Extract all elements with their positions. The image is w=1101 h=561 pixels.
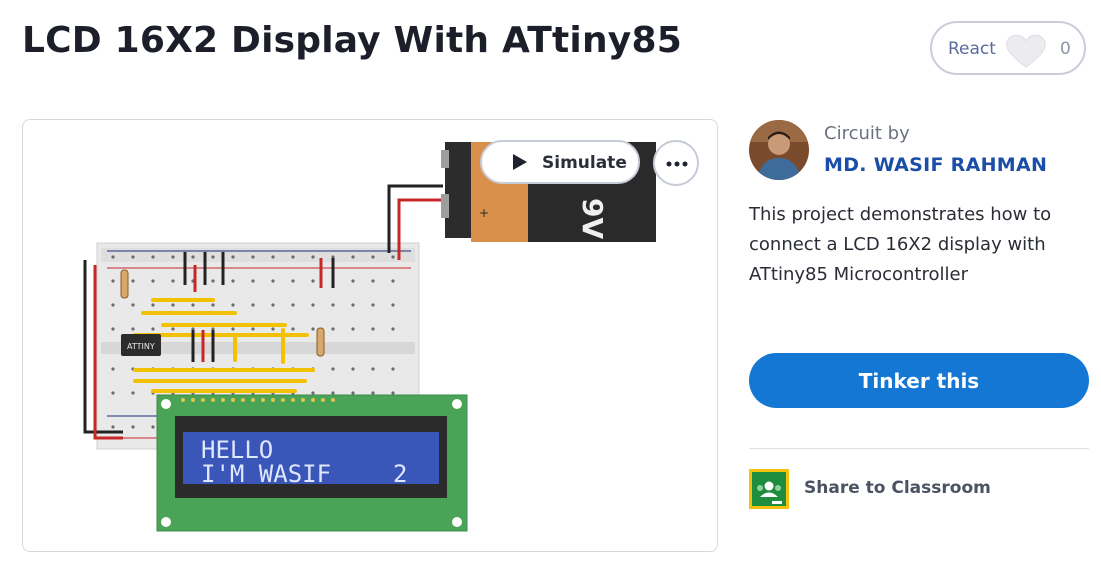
simulate-button[interactable]: Simulate <box>480 140 640 184</box>
more-dots-icon <box>666 161 688 167</box>
author-link[interactable]: MD. WASIF RAHMAN <box>824 154 1047 176</box>
google-classroom-icon[interactable] <box>749 469 789 509</box>
attiny-chip: ATTINY <box>121 334 161 356</box>
divider <box>749 448 1089 449</box>
author-photo-icon <box>749 120 809 180</box>
react-label: React <box>948 39 996 59</box>
tinker-this-button[interactable]: Tinker this <box>749 353 1089 408</box>
circuit-preview[interactable]: ATTINY 9V + HELLO I'M WASIF 2 Simulate <box>22 119 718 552</box>
react-count: 0 <box>1060 39 1071 59</box>
simulate-label: Simulate <box>542 153 627 173</box>
svg-text:ATTINY: ATTINY <box>127 342 155 351</box>
react-button[interactable]: React 0 <box>930 21 1086 75</box>
svg-text:2: 2 <box>393 460 407 488</box>
lcd-module: HELLO I'M WASIF 2 <box>156 394 468 532</box>
project-description: This project demonstrates how to connect… <box>749 204 1052 285</box>
svg-text:I'M WASIF: I'M WASIF <box>201 460 331 488</box>
circuit-by-label: Circuit by <box>824 123 910 144</box>
more-options-button[interactable] <box>653 140 699 186</box>
svg-text:9V: 9V <box>576 198 609 239</box>
avatar[interactable] <box>749 120 809 180</box>
play-icon <box>513 154 527 170</box>
svg-text:+: + <box>479 206 489 220</box>
circuit-diagram: ATTINY 9V + HELLO I'M WASIF 2 <box>83 142 656 532</box>
page-title: LCD 16X2 Display With ATtiny85 <box>22 20 682 61</box>
heart-icon <box>1006 34 1046 68</box>
share-to-classroom-link[interactable]: Share to Classroom <box>804 478 991 498</box>
